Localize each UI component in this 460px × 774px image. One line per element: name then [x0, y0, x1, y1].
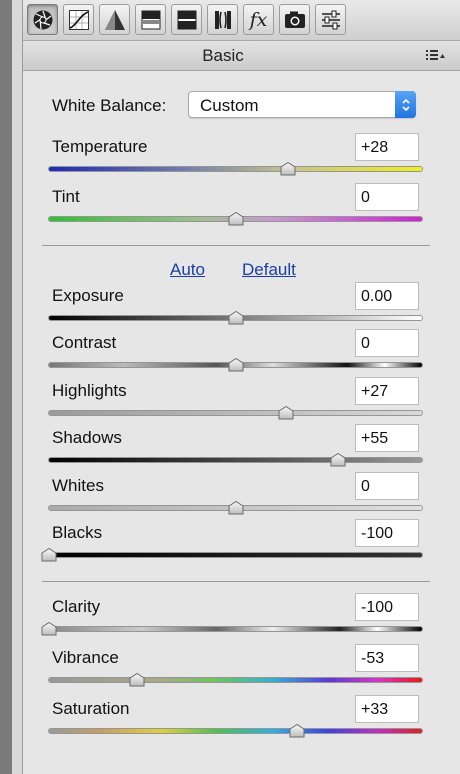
auto-link[interactable]: Auto [170, 260, 205, 280]
exposure-slider-thumb[interactable] [228, 310, 244, 325]
default-link[interactable]: Default [242, 260, 296, 280]
blacks-slider-thumb[interactable] [41, 547, 57, 562]
saturation-value-input[interactable]: +33 [355, 695, 419, 723]
section-divider [42, 581, 430, 582]
panel-tabs-toolbar: fx [23, 0, 460, 41]
highlights-slider-thumb[interactable] [278, 405, 294, 420]
saturation-slider-thumb[interactable] [289, 723, 305, 738]
clarity-label: Clarity [52, 597, 101, 616]
exposure-value-input[interactable]: 0.00 [355, 282, 419, 310]
saturation-label: Saturation [52, 699, 130, 718]
highlights-slider-track[interactable] [49, 411, 422, 415]
contrast-value-input[interactable]: 0 [355, 329, 419, 357]
contrast-label: Contrast [52, 333, 117, 352]
camera-calibration-icon[interactable] [279, 4, 310, 35]
temperature-value-input[interactable]: +28 [355, 133, 419, 161]
chevron-updown-icon [395, 91, 416, 118]
white-balance-select[interactable]: Custom [188, 91, 416, 118]
vibrance-slider-thumb[interactable] [129, 672, 145, 687]
contrast-slider-thumb[interactable] [228, 357, 244, 372]
clarity-slider-track[interactable] [49, 627, 422, 631]
vibrance-label: Vibrance [52, 648, 119, 667]
tone-curve-icon[interactable] [63, 4, 94, 35]
white-balance-value: Custom [200, 96, 259, 115]
panel-header: Basic [23, 41, 460, 71]
basic-panel-content: White Balance: Custom Auto Default Tempe… [23, 71, 460, 774]
tint-value-input[interactable]: 0 [355, 183, 419, 211]
lens-corrections-icon[interactable] [207, 4, 238, 35]
split-toning-icon[interactable] [171, 4, 202, 35]
shadows-slider-thumb[interactable] [330, 452, 346, 467]
hsl-icon[interactable] [135, 4, 166, 35]
tint-slider-thumb[interactable] [228, 211, 244, 226]
panel-title: Basic [202, 46, 244, 65]
exposure-label: Exposure [52, 286, 124, 305]
whites-label: Whites [52, 476, 104, 495]
shadows-slider-track[interactable] [49, 458, 422, 462]
fx-label: fx [249, 8, 268, 31]
section-divider [42, 245, 430, 246]
blacks-label: Blacks [52, 523, 103, 542]
tint-label: Tint [52, 187, 80, 206]
vibrance-value-input[interactable]: -53 [355, 644, 419, 672]
blacks-value-input[interactable]: -100 [355, 519, 419, 547]
panel-border [12, 0, 23, 774]
whites-value-input[interactable]: 0 [355, 472, 419, 500]
highlights-label: Highlights [52, 381, 127, 400]
vibrance-slider-track[interactable] [49, 678, 422, 682]
panel-menu-icon[interactable] [426, 48, 446, 67]
detail-icon[interactable] [99, 4, 130, 35]
clarity-slider-thumb[interactable] [41, 621, 57, 636]
temperature-slider-thumb[interactable] [280, 161, 296, 176]
shadows-value-input[interactable]: +55 [355, 424, 419, 452]
saturation-slider-track[interactable] [49, 729, 422, 733]
white-balance-label: White Balance: [52, 96, 167, 115]
temperature-slider-track[interactable] [49, 167, 422, 171]
whites-slider-thumb[interactable] [228, 500, 244, 515]
presets-icon[interactable] [315, 4, 346, 35]
highlights-value-input[interactable]: +27 [355, 377, 419, 405]
fx-icon[interactable]: fx [243, 4, 274, 35]
shadows-label: Shadows [52, 428, 122, 447]
blacks-slider-track[interactable] [49, 553, 422, 557]
temperature-label: Temperature [52, 137, 148, 156]
aperture-icon[interactable] [27, 4, 58, 35]
clarity-value-input[interactable]: -100 [355, 593, 419, 621]
